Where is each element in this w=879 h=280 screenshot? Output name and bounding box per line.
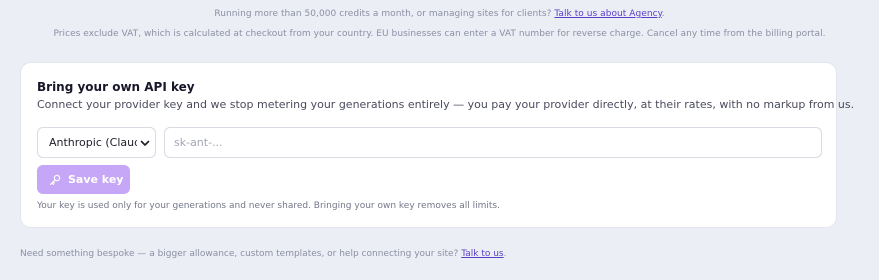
bespoke-note: Need something bespoke — a bigger allowa… — [20, 249, 506, 259]
agency-link[interactable]: Talk to us about Agency — [554, 9, 661, 19]
bespoke-note-text: Need something bespoke — a bigger allowa… — [20, 249, 459, 259]
byok-card: Bring your own API key Connect your prov… — [20, 62, 854, 228]
agency-note-period: . — [661, 9, 665, 19]
agency-note: Running more than 50,000 credits a month… — [0, 9, 879, 19]
byok-description: Connect your provider key and we stop me… — [37, 98, 855, 111]
provider-select[interactable]: Anthropic (Claude) — [37, 127, 156, 158]
bespoke-note-period: . — [503, 249, 507, 259]
api-key-input[interactable] — [164, 127, 822, 158]
save-key-label: Save key — [68, 173, 124, 186]
save-key-button[interactable]: Save key — [37, 165, 130, 194]
provider-select-value: Anthropic (Claude) — [49, 136, 137, 149]
byok-title: Bring your own API key — [37, 80, 195, 94]
byok-note: Your key is used only for your generatio… — [37, 201, 500, 211]
talk-to-us-link[interactable]: Talk to us — [461, 249, 503, 259]
key-icon — [49, 174, 61, 185]
vat-note: Prices exclude VAT, which is calculated … — [53, 29, 826, 39]
chevron-down-icon — [140, 140, 150, 146]
agency-note-text: Running more than 50,000 credits a month… — [214, 9, 552, 19]
